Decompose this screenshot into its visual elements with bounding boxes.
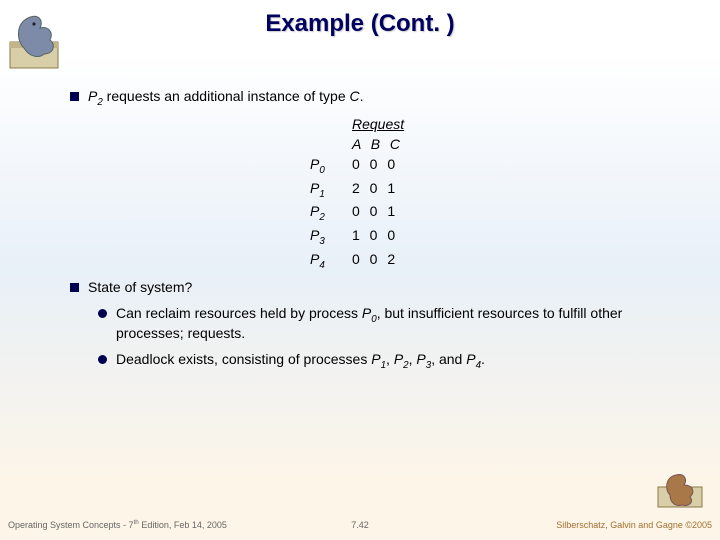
text: requests an additional instance of type bbox=[103, 88, 350, 104]
bullet-reclaim: Can reclaim resources held by process P0… bbox=[98, 305, 680, 341]
type-c: C bbox=[350, 88, 360, 104]
table-row: P0 0 0 0 bbox=[310, 156, 680, 176]
text: Deadlock exists, consisting of processes bbox=[116, 351, 371, 367]
row-values: 0 0 0 bbox=[352, 156, 398, 172]
footer-copyright: Silberschatz, Galvin and Gagne ©2005 bbox=[556, 520, 712, 530]
text: . bbox=[481, 351, 485, 367]
request-columns: A B C bbox=[352, 136, 680, 152]
bullet-state: State of system? bbox=[70, 279, 680, 295]
slide: Example (Cont. ) P2 requests an addition… bbox=[0, 0, 720, 540]
proc-label: P2 bbox=[310, 203, 352, 223]
proc-label: P1 bbox=[310, 180, 352, 200]
text: , and bbox=[431, 351, 466, 367]
table-row: P3 1 0 0 bbox=[310, 227, 680, 247]
proc-p: P bbox=[371, 351, 380, 367]
content-area: P2 requests an additional instance of ty… bbox=[70, 80, 680, 380]
row-values: 0 0 1 bbox=[352, 203, 398, 219]
table-row: P2 0 0 1 bbox=[310, 203, 680, 223]
request-table: Request A B C P0 0 0 0 P1 2 0 1 P2 0 0 1… bbox=[310, 116, 680, 271]
proc-p: P bbox=[466, 351, 475, 367]
proc-p: P bbox=[362, 305, 371, 321]
table-row: P4 0 0 2 bbox=[310, 251, 680, 271]
bullet-deadlock: Deadlock exists, consisting of processes… bbox=[98, 351, 680, 371]
proc-label: P3 bbox=[310, 227, 352, 247]
proc-label: P4 bbox=[310, 251, 352, 271]
request-heading: Request bbox=[352, 116, 680, 132]
row-values: 2 0 1 bbox=[352, 180, 398, 196]
proc-p: P bbox=[416, 351, 425, 367]
table-row: P1 2 0 1 bbox=[310, 180, 680, 200]
bullet-p2-requests: P2 requests an additional instance of ty… bbox=[70, 88, 680, 108]
text: . bbox=[360, 88, 364, 104]
row-values: 0 0 2 bbox=[352, 251, 398, 267]
proc-p: P bbox=[394, 351, 403, 367]
text: , bbox=[386, 351, 394, 367]
proc-p: P bbox=[88, 88, 97, 104]
row-values: 1 0 0 bbox=[352, 227, 398, 243]
dinosaur-small-icon bbox=[654, 467, 714, 512]
slide-title: Example (Cont. ) bbox=[0, 10, 720, 38]
proc-label: P0 bbox=[310, 156, 352, 176]
text: Can reclaim resources held by process bbox=[116, 305, 362, 321]
